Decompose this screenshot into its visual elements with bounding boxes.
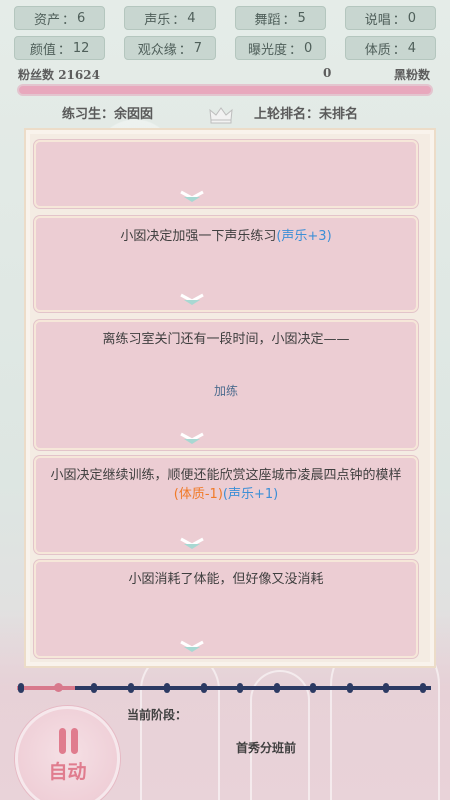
black-fans-value: 0 [323, 66, 332, 80]
log-entry: 小囡决定继续训练，顺便还能欣赏这座城市凌晨四点钟的模样(体质-1)(声乐+1) [34, 456, 418, 554]
stage-dot [18, 683, 24, 693]
current-stage-label: 当前阶段： [127, 708, 188, 722]
log-text: 小囡决定加强一下声乐练习(声乐+3) [120, 229, 332, 244]
stage-dot [310, 683, 317, 693]
fans-row: 粉丝数 21624 0 黑粉数 [18, 66, 432, 83]
stat-separator: ： [392, 12, 406, 28]
stat-label: 体质 [364, 42, 391, 58]
pause-icon [58, 728, 82, 756]
stat-rap[interactable]: 说唱： 0 [344, 6, 436, 30]
stat-label: 颜值 [29, 42, 56, 58]
stat-popularity[interactable]: 观众缘： 7 [124, 36, 216, 60]
stat-value: 5 [297, 10, 306, 26]
tag-vocal: (声乐+1) [222, 487, 279, 502]
stage-progress-done [17, 686, 75, 690]
stage-dot [383, 683, 390, 693]
stage-dot [237, 683, 244, 693]
stat-value: 0 [407, 10, 417, 26]
auto-button-label: 自动 [48, 761, 87, 783]
fans-ratio-bar [17, 84, 433, 96]
trainee-name: 练习生：余囡囡 [62, 107, 154, 122]
stage-dot [273, 683, 280, 693]
stat-separator: ： [61, 12, 75, 28]
stage-dot-current [53, 683, 63, 692]
stat-separator: ： [288, 42, 302, 58]
current-stage-value: 首秀分班前 [236, 741, 297, 755]
chevron-down-icon [180, 432, 204, 444]
log-text: 离练习室关门还有一段时间，小囡决定—— [102, 332, 350, 347]
stat-value: 4 [187, 10, 196, 26]
log-entry [34, 140, 418, 208]
black-fans-label: 黑粉数 [393, 68, 430, 82]
stat-label: 说唱 [364, 12, 391, 28]
fans-label: 粉丝数 [18, 68, 55, 82]
stat-value: 12 [72, 40, 90, 56]
log-entry: 小囡消耗了体能，但好像又没消耗 [34, 560, 418, 658]
stage-dot [346, 683, 353, 693]
stat-value: 7 [193, 40, 203, 56]
log-text: 小囡消耗了体能，但好像又没消耗 [128, 572, 324, 587]
stats-grid: 资产： 6 声乐： 4 舞蹈： 5 说唱： 0 颜值： 12 观众缘： 7 曝光度： 0 体质… [14, 6, 436, 60]
chevron-down-icon [180, 190, 204, 202]
stat-dance[interactable]: 舞蹈： 5 [234, 6, 326, 30]
chevron-down-icon [180, 293, 204, 305]
stat-separator: ： [172, 12, 186, 28]
stat-vocal[interactable]: 声乐： 4 [124, 6, 216, 30]
stat-label: 舞蹈 [254, 12, 281, 28]
tag-vocal: (声乐+3) [276, 229, 332, 244]
stat-separator: ： [392, 42, 406, 58]
stat-separator: ： [282, 12, 296, 28]
fans-value: 21624 [58, 68, 100, 82]
stat-label: 资产 [33, 12, 60, 28]
auto-button[interactable]: 自动 [15, 706, 120, 800]
stage-dot [127, 683, 134, 693]
stat-value: 4 [407, 40, 417, 56]
stage-dot [91, 683, 98, 693]
fans-count: 粉丝数 21624 [18, 66, 100, 83]
stage-dot [420, 683, 426, 693]
stat-label: 观众缘 [137, 42, 177, 58]
stat-looks[interactable]: 颜值： 12 [14, 36, 106, 60]
log-entry: 离练习室关门还有一段时间，小囡决定—— 加练 [34, 320, 418, 450]
tag-stamina: (体质-1) [173, 487, 223, 502]
stat-separator: ： [178, 42, 192, 58]
log-text: 小囡决定继续训练，顺便还能欣赏这座城市凌晨四点钟的模样(体质-1)(声乐+1) [50, 468, 402, 502]
stat-assets[interactable]: 资产： 6 [14, 6, 106, 30]
stat-separator: ： [57, 42, 71, 58]
crown-icon [209, 107, 233, 124]
stat-value: 6 [77, 10, 86, 26]
chevron-down-icon [180, 537, 204, 549]
stat-label: 曝光度 [247, 42, 287, 58]
stage-dot [200, 683, 207, 693]
last-rank: 上轮排名：未排名 [254, 107, 359, 122]
chevron-down-icon [180, 640, 204, 652]
stat-stamina[interactable]: 体质： 4 [344, 36, 436, 60]
stat-exposure[interactable]: 曝光度： 0 [234, 36, 326, 60]
log-choice: 加练 [213, 384, 238, 398]
stat-label: 声乐 [144, 12, 171, 28]
stage-dot [164, 683, 171, 693]
stage-progress-track [17, 683, 431, 693]
log-entry: 小囡决定加强一下声乐练习(声乐+3) [34, 216, 418, 312]
stat-value: 0 [304, 40, 313, 56]
